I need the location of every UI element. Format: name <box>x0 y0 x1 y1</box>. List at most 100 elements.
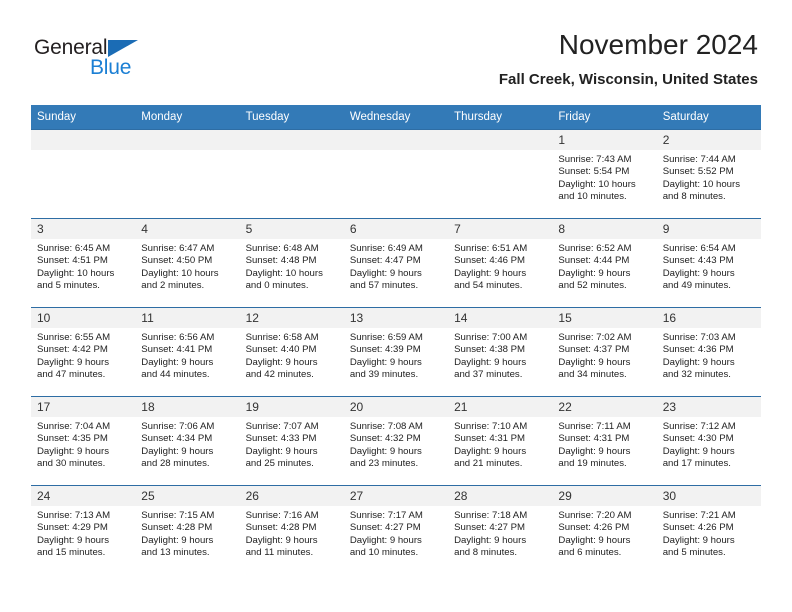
calendar-day-cell[interactable]: 5 Sunrise: 6:48 AM Sunset: 4:48 PM Daylight… <box>239 218 344 308</box>
calendar-day-cell[interactable]: 16 Sunrise: 7:03 AM Sunset: 4:36 PM Dayligh… <box>656 307 761 397</box>
calendar-cell-inner: 16 Sunrise: 7:03 AM Sunset: 4:36 PM Dayligh… <box>656 308 761 396</box>
daylight-duration-line1: Daylight: 9 hours <box>141 534 214 546</box>
sunset-time: Sunset: 4:41 PM <box>141 344 213 356</box>
daylight-duration-line1: Daylight: 9 hours <box>558 267 631 279</box>
calendar-cell-inner: 17 Sunrise: 7:04 AM Sunset: 4:35 PM Dayligh… <box>31 397 136 485</box>
sun-info: Sunrise: 7:02 AM Sunset: 4:37 PM Daylight:… <box>552 328 656 382</box>
generalblue-logo[interactable]: General Blue <box>34 36 214 88</box>
day-number: 10 <box>31 308 136 328</box>
calendar-day-cell[interactable]: 9 Sunrise: 6:54 AM Sunset: 4:43 PM Daylight… <box>656 218 761 308</box>
page-header: General Blue November 2024 Fall Creek, W… <box>34 28 758 98</box>
calendar-cell-inner: 12 Sunrise: 6:58 AM Sunset: 4:40 PM Dayligh… <box>239 308 344 396</box>
day-number: 3 <box>31 219 136 239</box>
daylight-duration-line1: Daylight: 9 hours <box>558 534 631 546</box>
day-number <box>448 130 553 150</box>
sunrise-time: Sunrise: 7:44 AM <box>662 154 736 165</box>
weekday-header-sunday: Sunday <box>31 105 136 130</box>
sunrise-time: Sunrise: 6:59 AM <box>349 332 423 343</box>
sunrise-time: Sunrise: 7:20 AM <box>558 510 632 521</box>
calendar-cell-inner: 30 Sunrise: 7:21 AM Sunset: 4:26 PM Dayligh… <box>656 486 761 574</box>
daylight-duration-line1: Daylight: 9 hours <box>558 356 631 368</box>
calendar-day-cell[interactable]: 15 Sunrise: 7:02 AM Sunset: 4:37 PM Dayligh… <box>552 307 657 397</box>
sunset-time: Sunset: 4:40 PM <box>245 344 317 356</box>
calendar-day-cell[interactable]: 2 Sunrise: 7:44 AM Sunset: 5:52 PM Daylight… <box>656 129 761 219</box>
calendar-day-cell[interactable]: 13 Sunrise: 6:59 AM Sunset: 4:39 PM Dayligh… <box>343 307 449 397</box>
daylight-duration-line2: and 5 minutes. <box>37 280 100 292</box>
calendar-cell-inner: 9 Sunrise: 6:54 AM Sunset: 4:43 PM Daylight… <box>656 219 761 307</box>
daylight-duration-line2: and 2 minutes. <box>141 280 205 292</box>
daylight-duration-line1: Daylight: 9 hours <box>662 445 735 457</box>
daylight-duration-line1: Daylight: 9 hours <box>37 534 109 546</box>
calendar-day-cell[interactable]: 29 Sunrise: 7:20 AM Sunset: 4:26 PM Dayligh… <box>552 485 657 574</box>
sunrise-time: Sunrise: 6:55 AM <box>37 332 111 343</box>
calendar-day-cell[interactable]: 22 Sunrise: 7:11 AM Sunset: 4:31 PM Dayligh… <box>552 396 657 486</box>
calendar-day-cell[interactable]: 8 Sunrise: 6:52 AM Sunset: 4:44 PM Daylight… <box>552 218 657 308</box>
calendar-day-cell[interactable]: 30 Sunrise: 7:21 AM Sunset: 4:26 PM Dayligh… <box>656 485 761 574</box>
sunrise-time: Sunrise: 7:03 AM <box>662 332 736 343</box>
sun-info: Sunrise: 7:04 AM Sunset: 4:35 PM Daylight:… <box>31 417 135 471</box>
calendar-day-cell[interactable]: 1 Sunrise: 7:43 AM Sunset: 5:54 PM Daylight… <box>552 129 657 219</box>
sunrise-time: Sunrise: 7:11 AM <box>558 421 631 432</box>
calendar-day-cell[interactable]: 12 Sunrise: 6:58 AM Sunset: 4:40 PM Dayligh… <box>239 307 344 397</box>
calendar-day-cell[interactable]: 6 Sunrise: 6:49 AM Sunset: 4:47 PM Daylight… <box>343 218 449 308</box>
calendar-cell-empty <box>31 129 136 219</box>
calendar-day-cell[interactable]: 11 Sunrise: 6:56 AM Sunset: 4:41 PM Dayligh… <box>135 307 240 397</box>
calendar-cell-inner: 29 Sunrise: 7:20 AM Sunset: 4:26 PM Dayligh… <box>552 486 657 574</box>
calendar-cell-inner: 24 Sunrise: 7:13 AM Sunset: 4:29 PM Dayligh… <box>31 486 136 574</box>
calendar-body: 1 Sunrise: 7:43 AM Sunset: 5:54 PM Daylight… <box>31 129 761 574</box>
blue-triangle-icon <box>108 40 138 57</box>
sunrise-time: Sunrise: 6:56 AM <box>141 332 215 343</box>
daylight-duration-line1: Daylight: 9 hours <box>245 534 318 546</box>
calendar-day-cell[interactable]: 3 Sunrise: 6:45 AM Sunset: 4:51 PM Daylight… <box>31 218 136 308</box>
sunset-time: Sunset: 4:31 PM <box>558 433 630 445</box>
daylight-duration-line2: and 30 minutes. <box>37 458 106 470</box>
sunrise-time: Sunrise: 7:02 AM <box>558 332 632 343</box>
calendar-day-cell[interactable]: 27 Sunrise: 7:17 AM Sunset: 4:27 PM Dayligh… <box>343 485 449 574</box>
calendar-cell-inner: 3 Sunrise: 6:45 AM Sunset: 4:51 PM Daylight… <box>31 219 136 307</box>
calendar-day-cell[interactable]: 24 Sunrise: 7:13 AM Sunset: 4:29 PM Dayligh… <box>31 485 136 574</box>
sunset-time: Sunset: 4:28 PM <box>245 522 317 534</box>
calendar-day-cell[interactable]: 28 Sunrise: 7:18 AM Sunset: 4:27 PM Dayligh… <box>448 485 553 574</box>
daylight-duration-line1: Daylight: 9 hours <box>141 356 214 368</box>
calendar-cell-inner: 5 Sunrise: 6:48 AM Sunset: 4:48 PM Daylight… <box>239 219 344 307</box>
calendar-day-cell[interactable]: 26 Sunrise: 7:16 AM Sunset: 4:28 PM Dayligh… <box>239 485 344 574</box>
day-number: 16 <box>656 308 761 328</box>
daylight-duration-line1: Daylight: 9 hours <box>662 356 735 368</box>
sun-info: Sunrise: 7:12 AM Sunset: 4:30 PM Daylight:… <box>657 417 761 471</box>
calendar-day-cell[interactable]: 4 Sunrise: 6:47 AM Sunset: 4:50 PM Daylight… <box>135 218 240 308</box>
sunrise-time: Sunrise: 6:48 AM <box>245 243 319 254</box>
calendar-day-cell[interactable]: 17 Sunrise: 7:04 AM Sunset: 4:35 PM Dayligh… <box>31 396 136 486</box>
daylight-duration-line1: Daylight: 9 hours <box>349 267 422 279</box>
day-number: 24 <box>31 486 136 506</box>
calendar-day-cell[interactable]: 20 Sunrise: 7:08 AM Sunset: 4:32 PM Dayligh… <box>343 396 449 486</box>
sun-info: Sunrise: 7:11 AM Sunset: 4:31 PM Daylight:… <box>552 417 656 471</box>
sunset-time: Sunset: 4:34 PM <box>141 433 213 445</box>
daylight-duration-line2: and 47 minutes. <box>37 369 106 381</box>
sunset-time: Sunset: 4:32 PM <box>349 433 421 445</box>
daylight-duration-line2: and 57 minutes. <box>349 280 419 292</box>
sun-info: Sunrise: 6:52 AM Sunset: 4:44 PM Daylight:… <box>552 239 656 293</box>
calendar-day-cell[interactable]: 19 Sunrise: 7:07 AM Sunset: 4:33 PM Dayligh… <box>239 396 344 486</box>
daylight-duration-line2: and 21 minutes. <box>454 458 523 470</box>
daylight-duration-line2: and 42 minutes. <box>245 369 314 381</box>
sunrise-time: Sunrise: 7:07 AM <box>245 421 319 432</box>
title-block: November 2024 Fall Creek, Wisconsin, Uni… <box>499 28 758 89</box>
sun-info: Sunrise: 6:48 AM Sunset: 4:48 PM Daylight:… <box>240 239 344 293</box>
calendar-day-cell[interactable]: 23 Sunrise: 7:12 AM Sunset: 4:30 PM Dayligh… <box>656 396 761 486</box>
calendar-day-cell[interactable]: 14 Sunrise: 7:00 AM Sunset: 4:38 PM Dayligh… <box>448 307 553 397</box>
calendar-day-cell[interactable]: 21 Sunrise: 7:10 AM Sunset: 4:31 PM Dayligh… <box>448 396 553 486</box>
day-number: 26 <box>239 486 344 506</box>
calendar-week-row: 1 Sunrise: 7:43 AM Sunset: 5:54 PM Daylight… <box>31 129 761 219</box>
daylight-duration-line1: Daylight: 9 hours <box>662 534 735 546</box>
weekday-header-tuesday: Tuesday <box>239 105 344 130</box>
calendar-day-cell[interactable]: 7 Sunrise: 6:51 AM Sunset: 4:46 PM Daylight… <box>448 218 553 308</box>
calendar-day-cell[interactable]: 25 Sunrise: 7:15 AM Sunset: 4:28 PM Dayligh… <box>135 485 240 574</box>
calendar-cell-empty <box>135 129 240 219</box>
calendar-day-cell[interactable]: 10 Sunrise: 6:55 AM Sunset: 4:42 PM Dayligh… <box>31 307 136 397</box>
daylight-duration-line2: and 10 minutes. <box>558 191 627 203</box>
day-number: 29 <box>552 486 657 506</box>
calendar-day-cell[interactable]: 18 Sunrise: 7:06 AM Sunset: 4:34 PM Dayligh… <box>135 396 240 486</box>
sun-info: Sunrise: 7:00 AM Sunset: 4:38 PM Daylight:… <box>448 328 552 382</box>
day-number: 30 <box>656 486 761 506</box>
sunrise-time: Sunrise: 6:54 AM <box>662 243 736 254</box>
